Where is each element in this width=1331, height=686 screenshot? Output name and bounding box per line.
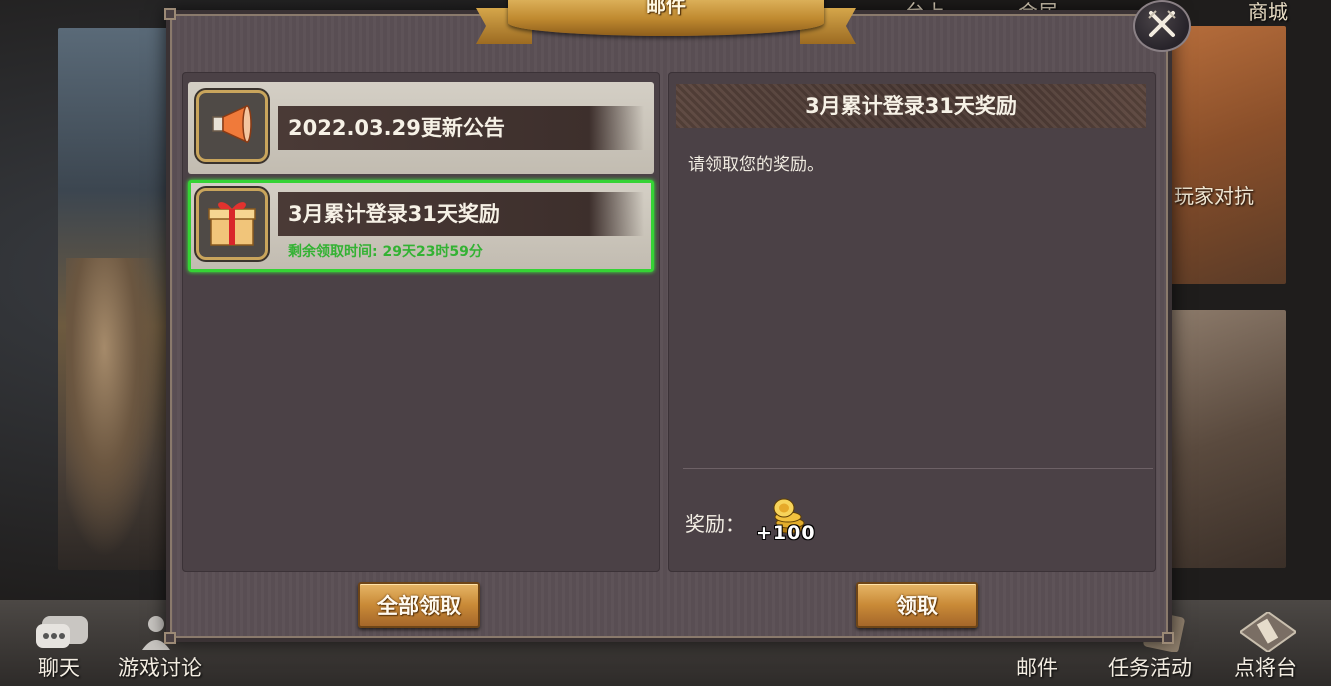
reward-label: 奖励： bbox=[685, 512, 745, 536]
detail-title: 3月累计登录31天奖励 bbox=[805, 94, 1017, 118]
detail-body-text: 请领取您的奖励。 bbox=[688, 155, 824, 175]
bottom-discussion-label[interactable]: 游戏讨论 bbox=[118, 652, 202, 682]
chat-bubble-icon[interactable] bbox=[34, 612, 90, 652]
gift-box-icon bbox=[205, 197, 259, 251]
collect-button[interactable]: 领取 bbox=[856, 582, 978, 628]
mail-expire-time: 剩余领取时间: 29天23时59分 bbox=[288, 244, 483, 260]
mail-detail-panel bbox=[668, 72, 1156, 572]
megaphone-icon bbox=[207, 102, 257, 150]
top-nav-shop[interactable]: 商城 bbox=[1248, 0, 1288, 25]
bottom-general-stage-label[interactable]: 点将台 bbox=[1234, 652, 1297, 682]
mail-title: 3月累计登录31天奖励 bbox=[288, 202, 500, 226]
pvp-card[interactable] bbox=[1170, 26, 1286, 284]
detail-divider bbox=[683, 468, 1153, 469]
frame-corner bbox=[1162, 632, 1174, 644]
mail-icon-frame bbox=[196, 90, 268, 162]
reward-count: +100 bbox=[756, 522, 816, 544]
bottom-mail-label[interactable]: 邮件 bbox=[1016, 652, 1058, 682]
close-button[interactable] bbox=[1133, 0, 1191, 52]
bottom-chat-label[interactable]: 聊天 bbox=[38, 652, 80, 682]
frame-corner bbox=[164, 8, 176, 20]
mail-item[interactable]: 2022.03.29更新公告 bbox=[188, 82, 654, 174]
collect-all-button[interactable]: 全部领取 bbox=[358, 582, 480, 628]
frame-corner bbox=[164, 632, 176, 644]
close-crossed-swords-icon bbox=[1146, 8, 1178, 44]
mail-title-bar: 2022.03.29更新公告 bbox=[278, 106, 644, 150]
battle-card[interactable] bbox=[1170, 310, 1286, 568]
mail-icon-frame bbox=[196, 188, 268, 260]
general-stage-icon[interactable] bbox=[1238, 610, 1298, 654]
mail-title: 2022.03.29更新公告 bbox=[288, 116, 505, 140]
dialog-title: 邮件 bbox=[646, 0, 686, 17]
general-portrait-art bbox=[58, 28, 170, 570]
warrior-figure bbox=[66, 258, 162, 558]
detail-header: 3月累计登录31天奖励 bbox=[676, 84, 1146, 128]
pvp-card-label: 玩家对抗 bbox=[1174, 184, 1254, 208]
bottom-quest-label[interactable]: 任务活动 bbox=[1108, 652, 1192, 682]
title-banner: 邮件 bbox=[476, 0, 856, 54]
mail-item-selected[interactable]: 3月累计登录31天奖励 剩余领取时间: 29天23时59分 bbox=[188, 180, 654, 272]
mail-title-bar: 3月累计登录31天奖励 bbox=[278, 192, 644, 236]
